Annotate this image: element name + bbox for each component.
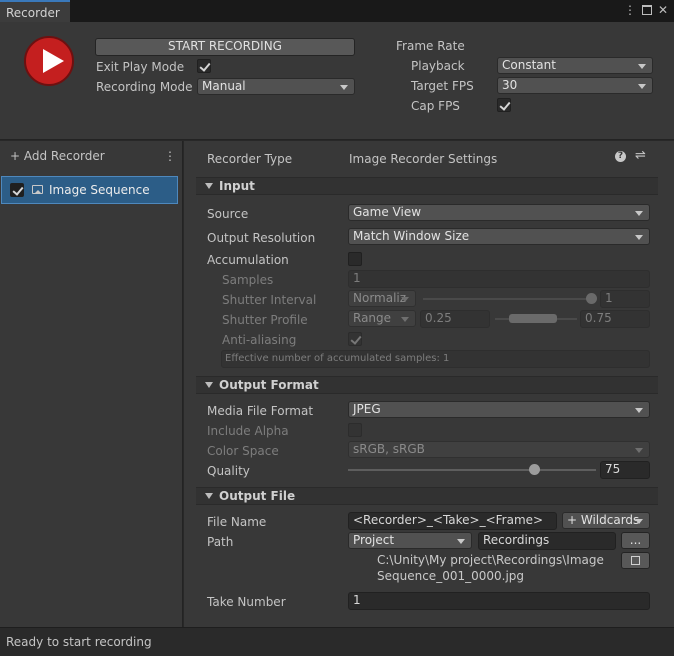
quality-label: Quality <box>207 464 250 478</box>
shutter-interval-field[interactable]: 1 <box>600 290 650 308</box>
quality-slider-knob[interactable] <box>528 464 540 475</box>
shutter-interval-mode-dropdown[interactable]: Normaliz <box>348 290 416 307</box>
add-recorder-button[interactable]: + Add Recorder <box>10 149 105 163</box>
full-path-line-2: Sequence_001_0000.jpg <box>377 569 525 583</box>
add-recorder-row: + Add Recorder ⋮ <box>0 141 183 171</box>
preset-settings-icon[interactable]: ⇌ <box>635 149 646 163</box>
recorder-settings-panel: Recorder Type Image Recorder Settings ? … <box>184 141 674 627</box>
target-fps-dropdown[interactable]: 30 <box>497 77 653 94</box>
quality-slider-track[interactable] <box>348 469 596 471</box>
recorder-type-value: Image Recorder Settings <box>349 152 498 166</box>
full-path-line-1: C:\Unity\My project\Recordings\Image <box>377 553 604 567</box>
cap-fps-label: Cap FPS <box>411 99 460 113</box>
effective-samples-info: Effective number of accumulated samples:… <box>221 350 650 368</box>
shutter-interval-label: Shutter Interval <box>222 293 317 307</box>
external-link-icon <box>631 556 640 565</box>
recording-mode-label: Recording Mode <box>96 80 193 94</box>
input-section-title: Input <box>219 179 255 193</box>
source-dropdown[interactable]: Game View <box>348 204 650 221</box>
path-root-dropdown[interactable]: Project <box>348 532 472 549</box>
take-number-label: Take Number <box>207 595 286 609</box>
recorder-item-image-sequence[interactable]: Image Sequence <box>1 176 178 204</box>
exit-play-mode-checkbox[interactable] <box>197 59 211 73</box>
shutter-profile-min-field[interactable]: 0.25 <box>420 310 490 328</box>
output-file-section-title: Output File <box>219 489 296 503</box>
recorder-list-panel: + Add Recorder ⋮ Image Sequence <box>0 141 183 627</box>
close-icon[interactable]: ✕ <box>658 3 668 17</box>
output-resolution-dropdown[interactable]: Match Window Size <box>348 228 650 245</box>
source-label: Source <box>207 207 249 221</box>
start-recording-button[interactable]: START RECORDING <box>95 38 355 56</box>
start-recording-play-button[interactable] <box>24 36 74 86</box>
wildcards-dropdown[interactable]: + Wildcards <box>562 512 650 529</box>
help-icon[interactable]: ? <box>615 151 626 162</box>
include-alpha-checkbox[interactable] <box>348 423 362 437</box>
maximize-icon[interactable] <box>642 5 652 15</box>
include-alpha-label: Include Alpha <box>207 424 289 438</box>
anti-aliasing-label: Anti-aliasing <box>222 333 297 347</box>
browse-path-button[interactable]: ... <box>621 532 650 549</box>
tab-recorder[interactable]: Recorder <box>0 0 70 22</box>
recorder-item-label: Image Sequence <box>49 183 150 197</box>
shutter-profile-mode-dropdown[interactable]: Range <box>348 310 416 327</box>
image-icon <box>32 185 43 194</box>
recorder-header: START RECORDING Exit Play Mode Recording… <box>0 22 674 140</box>
recorder-type-label: Recorder Type <box>207 152 293 166</box>
foldout-arrow-icon <box>205 382 213 388</box>
media-file-format-dropdown[interactable]: JPEG <box>348 401 650 418</box>
accumulation-label: Accumulation <box>207 253 289 267</box>
file-name-field[interactable]: <Recorder>_<Take>_<Frame> <box>348 512 557 530</box>
anti-aliasing-checkbox[interactable] <box>348 332 362 346</box>
path-label: Path <box>207 535 234 549</box>
tab-title: Recorder <box>6 6 60 20</box>
playback-label: Playback <box>411 59 465 73</box>
frame-rate-label: Frame Rate <box>396 39 465 53</box>
shutter-profile-label: Shutter Profile <box>222 313 308 327</box>
samples-field[interactable]: 1 <box>348 270 650 288</box>
color-space-label: Color Space <box>207 444 279 458</box>
foldout-arrow-icon <box>205 493 213 499</box>
output-format-section-header[interactable]: Output Format <box>196 376 658 394</box>
shutter-profile-max-field[interactable]: 0.75 <box>580 310 650 328</box>
shutter-interval-slider-knob[interactable] <box>586 293 597 304</box>
playback-dropdown[interactable]: Constant <box>497 57 653 74</box>
tab-bar: Recorder ⋮ ✕ <box>0 0 674 22</box>
status-bar: Ready to start recording <box>0 627 674 656</box>
shutter-interval-slider-track[interactable] <box>423 298 595 300</box>
output-format-section-title: Output Format <box>219 378 319 392</box>
path-folder-field[interactable]: Recordings <box>478 532 616 550</box>
file-name-label: File Name <box>207 515 267 529</box>
recorder-enabled-checkbox[interactable] <box>10 183 24 197</box>
list-options-icon[interactable]: ⋮ <box>164 149 176 163</box>
reveal-in-explorer-button[interactable] <box>621 552 650 569</box>
media-file-format-label: Media File Format <box>207 404 314 418</box>
output-file-section-header[interactable]: Output File <box>196 487 658 505</box>
accumulation-checkbox[interactable] <box>348 252 362 266</box>
target-fps-label: Target FPS <box>411 79 474 93</box>
cap-fps-checkbox[interactable] <box>497 98 511 112</box>
exit-play-mode-label: Exit Play Mode <box>96 60 185 74</box>
more-options-icon[interactable]: ⋮ <box>624 3 636 17</box>
input-section-header[interactable]: Input <box>196 177 658 195</box>
samples-label: Samples <box>222 273 274 287</box>
foldout-arrow-icon <box>205 183 213 189</box>
output-resolution-label: Output Resolution <box>207 231 316 245</box>
take-number-field[interactable]: 1 <box>348 592 650 610</box>
status-text: Ready to start recording <box>6 635 152 649</box>
recording-mode-dropdown[interactable]: Manual <box>197 78 355 95</box>
color-space-dropdown[interactable]: sRGB, sRGB <box>348 441 650 458</box>
quality-field[interactable]: 75 <box>600 461 650 479</box>
shutter-profile-range-handle[interactable] <box>509 314 557 323</box>
